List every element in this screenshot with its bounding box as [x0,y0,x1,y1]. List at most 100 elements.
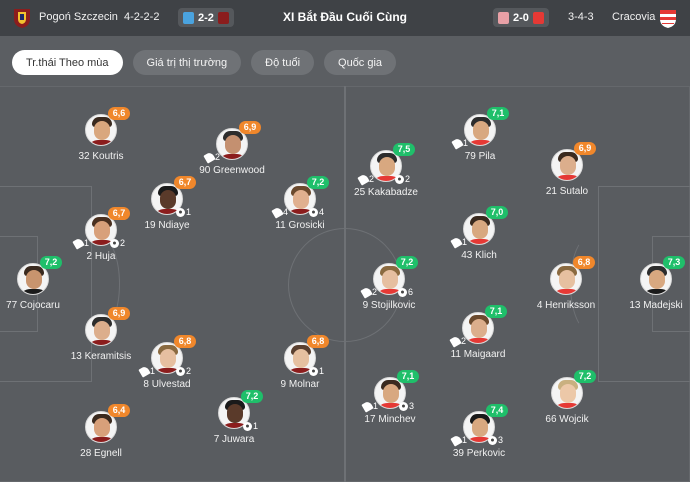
stat-value: 1 [462,435,468,445]
goal-stat: ● 2 [110,238,125,248]
cracovia-mini-crest-icon [532,11,544,24]
boot-icon [138,364,151,378]
tab-market-value[interactable]: Giá trị thị trường [132,50,242,75]
player-card[interactable]: 6,6 32 Koutris [46,107,156,163]
player-name: 2 Huja [86,251,116,262]
player-name: 21 Sutalo [545,186,589,197]
ball-icon: ● [399,401,408,411]
player-stats: 1 ● 3 [424,433,534,447]
ball-icon: ● [488,435,497,445]
goal-stat: ● 3 [488,435,503,445]
player-stats: 2 ● 6 [334,285,444,299]
stat-value: 3 [409,401,415,411]
player-card[interactable]: 6,8 1 ● 2 8 Ulvestad [112,335,222,391]
player-name: 28 Egnell [80,448,122,459]
filter-tabs: Tr.thái Theo mùa Giá trị thị trường Độ t… [12,50,397,76]
boot-icon [450,235,463,249]
player-card[interactable]: 7,0 1 43 Klich [424,206,534,262]
player-name: 25 Kakabadze [354,187,418,198]
player-rating-badge: 7,2 [574,370,596,383]
player-rating-badge: 6,8 [307,335,329,348]
player-name: 11 Grosicki [275,220,325,231]
player-rating-badge: 7,2 [396,256,418,269]
stat-value: 4 [319,207,325,217]
stat-value: 2 [372,287,378,297]
ball-icon: ● [309,207,318,217]
stat-value: 2 [215,152,221,162]
player-card[interactable]: 6,7 1 ● 2 2 Huja [46,207,156,263]
away-last-score: 2-0 [513,11,529,24]
stat-value: 2 [461,336,467,346]
goal-stat: ● 2 [395,174,410,184]
ball-icon: ● [398,287,407,297]
boot-icon [449,334,462,348]
player-card[interactable]: 6,9 21 Sutalo [512,142,622,198]
assist-stat: 1 [450,235,467,249]
assist-stat: 2 [360,285,378,299]
tab-age[interactable]: Độ tuổi [251,50,315,75]
goal-stat: ● 2 [176,366,191,376]
player-card[interactable]: 6,9 2 90 Greenwood [177,121,287,177]
player-stats: 2 [423,334,533,348]
ball-icon: ● [176,366,185,376]
player-name: 13 Madejski [629,300,683,311]
player-name: 43 Klich [461,250,497,261]
goal-stat: ● 1 [309,366,324,376]
player-card[interactable]: 7,2 77 Cojocaru [0,256,88,312]
boot-icon [450,433,463,447]
player-rating-badge: 7,1 [487,107,509,120]
player-card[interactable]: 7,2 ● 1 7 Juwara [179,390,289,446]
tab-nationality[interactable]: Quốc gia [324,50,397,75]
stat-value: 1 [319,366,325,376]
ball-icon: ● [110,238,119,248]
player-name: 39 Perkovic [452,448,506,459]
player-card[interactable]: 7,1 2 11 Maigaard [423,305,533,361]
boot-icon [72,236,85,250]
stat-value: 6 [408,287,414,297]
player-card[interactable]: 7,2 2 ● 6 9 Stojilkovic [334,256,444,312]
ball-icon: ● [243,421,252,431]
player-rating-badge: 7,2 [40,256,62,269]
player-name: 32 Koutris [78,151,124,162]
player-rating-badge: 7,4 [486,404,508,417]
ball-icon: ● [176,207,185,217]
away-last-result[interactable]: 2-0 [493,8,549,27]
player-card[interactable]: 7,5 2 ● 2 25 Kakabadze [331,143,441,199]
assist-stat: 1 [361,399,379,413]
player-stats: 1 ● 2 [112,364,222,378]
assist-stat: 1 [450,433,468,447]
player-name: 7 Juwara [213,434,255,445]
player-stats: 2 ● 2 [331,172,441,186]
boot-icon [451,136,464,150]
player-card[interactable]: 7,3 13 Madejski [601,256,690,312]
away-team-name[interactable]: Cracovia [612,11,655,23]
player-rating-badge: 6,6 [108,107,130,120]
player-name: 77 Cojocaru [6,300,60,311]
boot-icon [360,285,373,299]
opponent-crest-icon [498,11,509,24]
player-card[interactable]: 6,4 28 Egnell [46,404,156,460]
stat-value: 2 [186,366,192,376]
stat-value: 1 [373,401,379,411]
player-card[interactable]: 7,4 1 ● 3 39 Perkovic [424,404,534,460]
player-name: 90 Greenwood [199,165,265,176]
player-rating-badge: 6,7 [108,207,130,220]
player-name: 9 Stojilkovic [362,300,416,311]
goal-stat: ● 1 [176,207,191,217]
player-rating-badge: 7,5 [393,143,415,156]
player-stats: 1 [424,235,534,249]
tab-season-form[interactable]: Tr.thái Theo mùa [12,50,123,75]
player-rating-badge: 6,9 [574,142,596,155]
ball-icon: ● [395,174,404,184]
player-stats: 4 ● 4 [245,205,355,219]
player-rating-badge: 6,9 [108,307,130,320]
player-name: 11 Maigaard [450,349,506,360]
stat-value: 1 [186,207,192,217]
assist-stat: 2 [357,172,374,186]
player-rating-badge: 6,8 [174,335,196,348]
player-rating-badge: 6,8 [573,256,595,269]
goal-stat: ● 4 [309,207,324,217]
player-rating-badge: 7,1 [397,370,419,383]
stat-value: 3 [498,435,504,445]
stat-value: 1 [150,366,156,376]
